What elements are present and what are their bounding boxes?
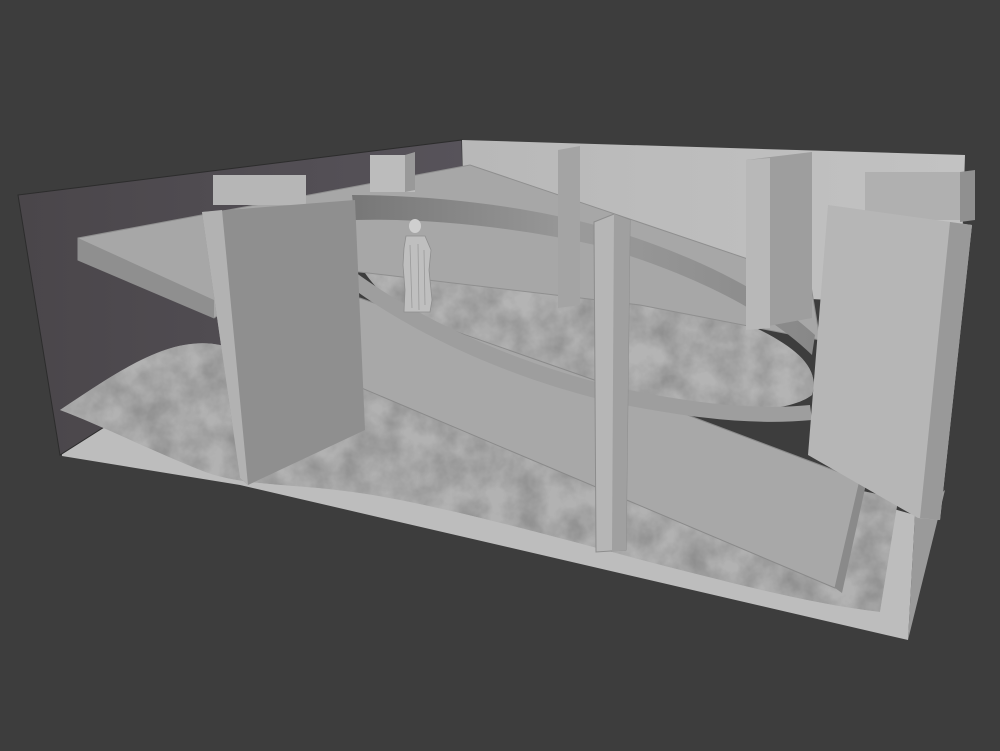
pillar-back-right-front xyxy=(746,158,770,330)
scene-render[interactable] xyxy=(0,0,1000,751)
3d-viewport[interactable] xyxy=(0,0,1000,751)
pillar-back-left[interactable] xyxy=(213,175,306,205)
pillar-far-right-side xyxy=(960,170,975,222)
statue-body xyxy=(402,235,433,313)
pillar-top-center-side xyxy=(405,152,415,192)
statue-head xyxy=(409,219,421,233)
pillar-back-thin[interactable] xyxy=(558,146,580,308)
